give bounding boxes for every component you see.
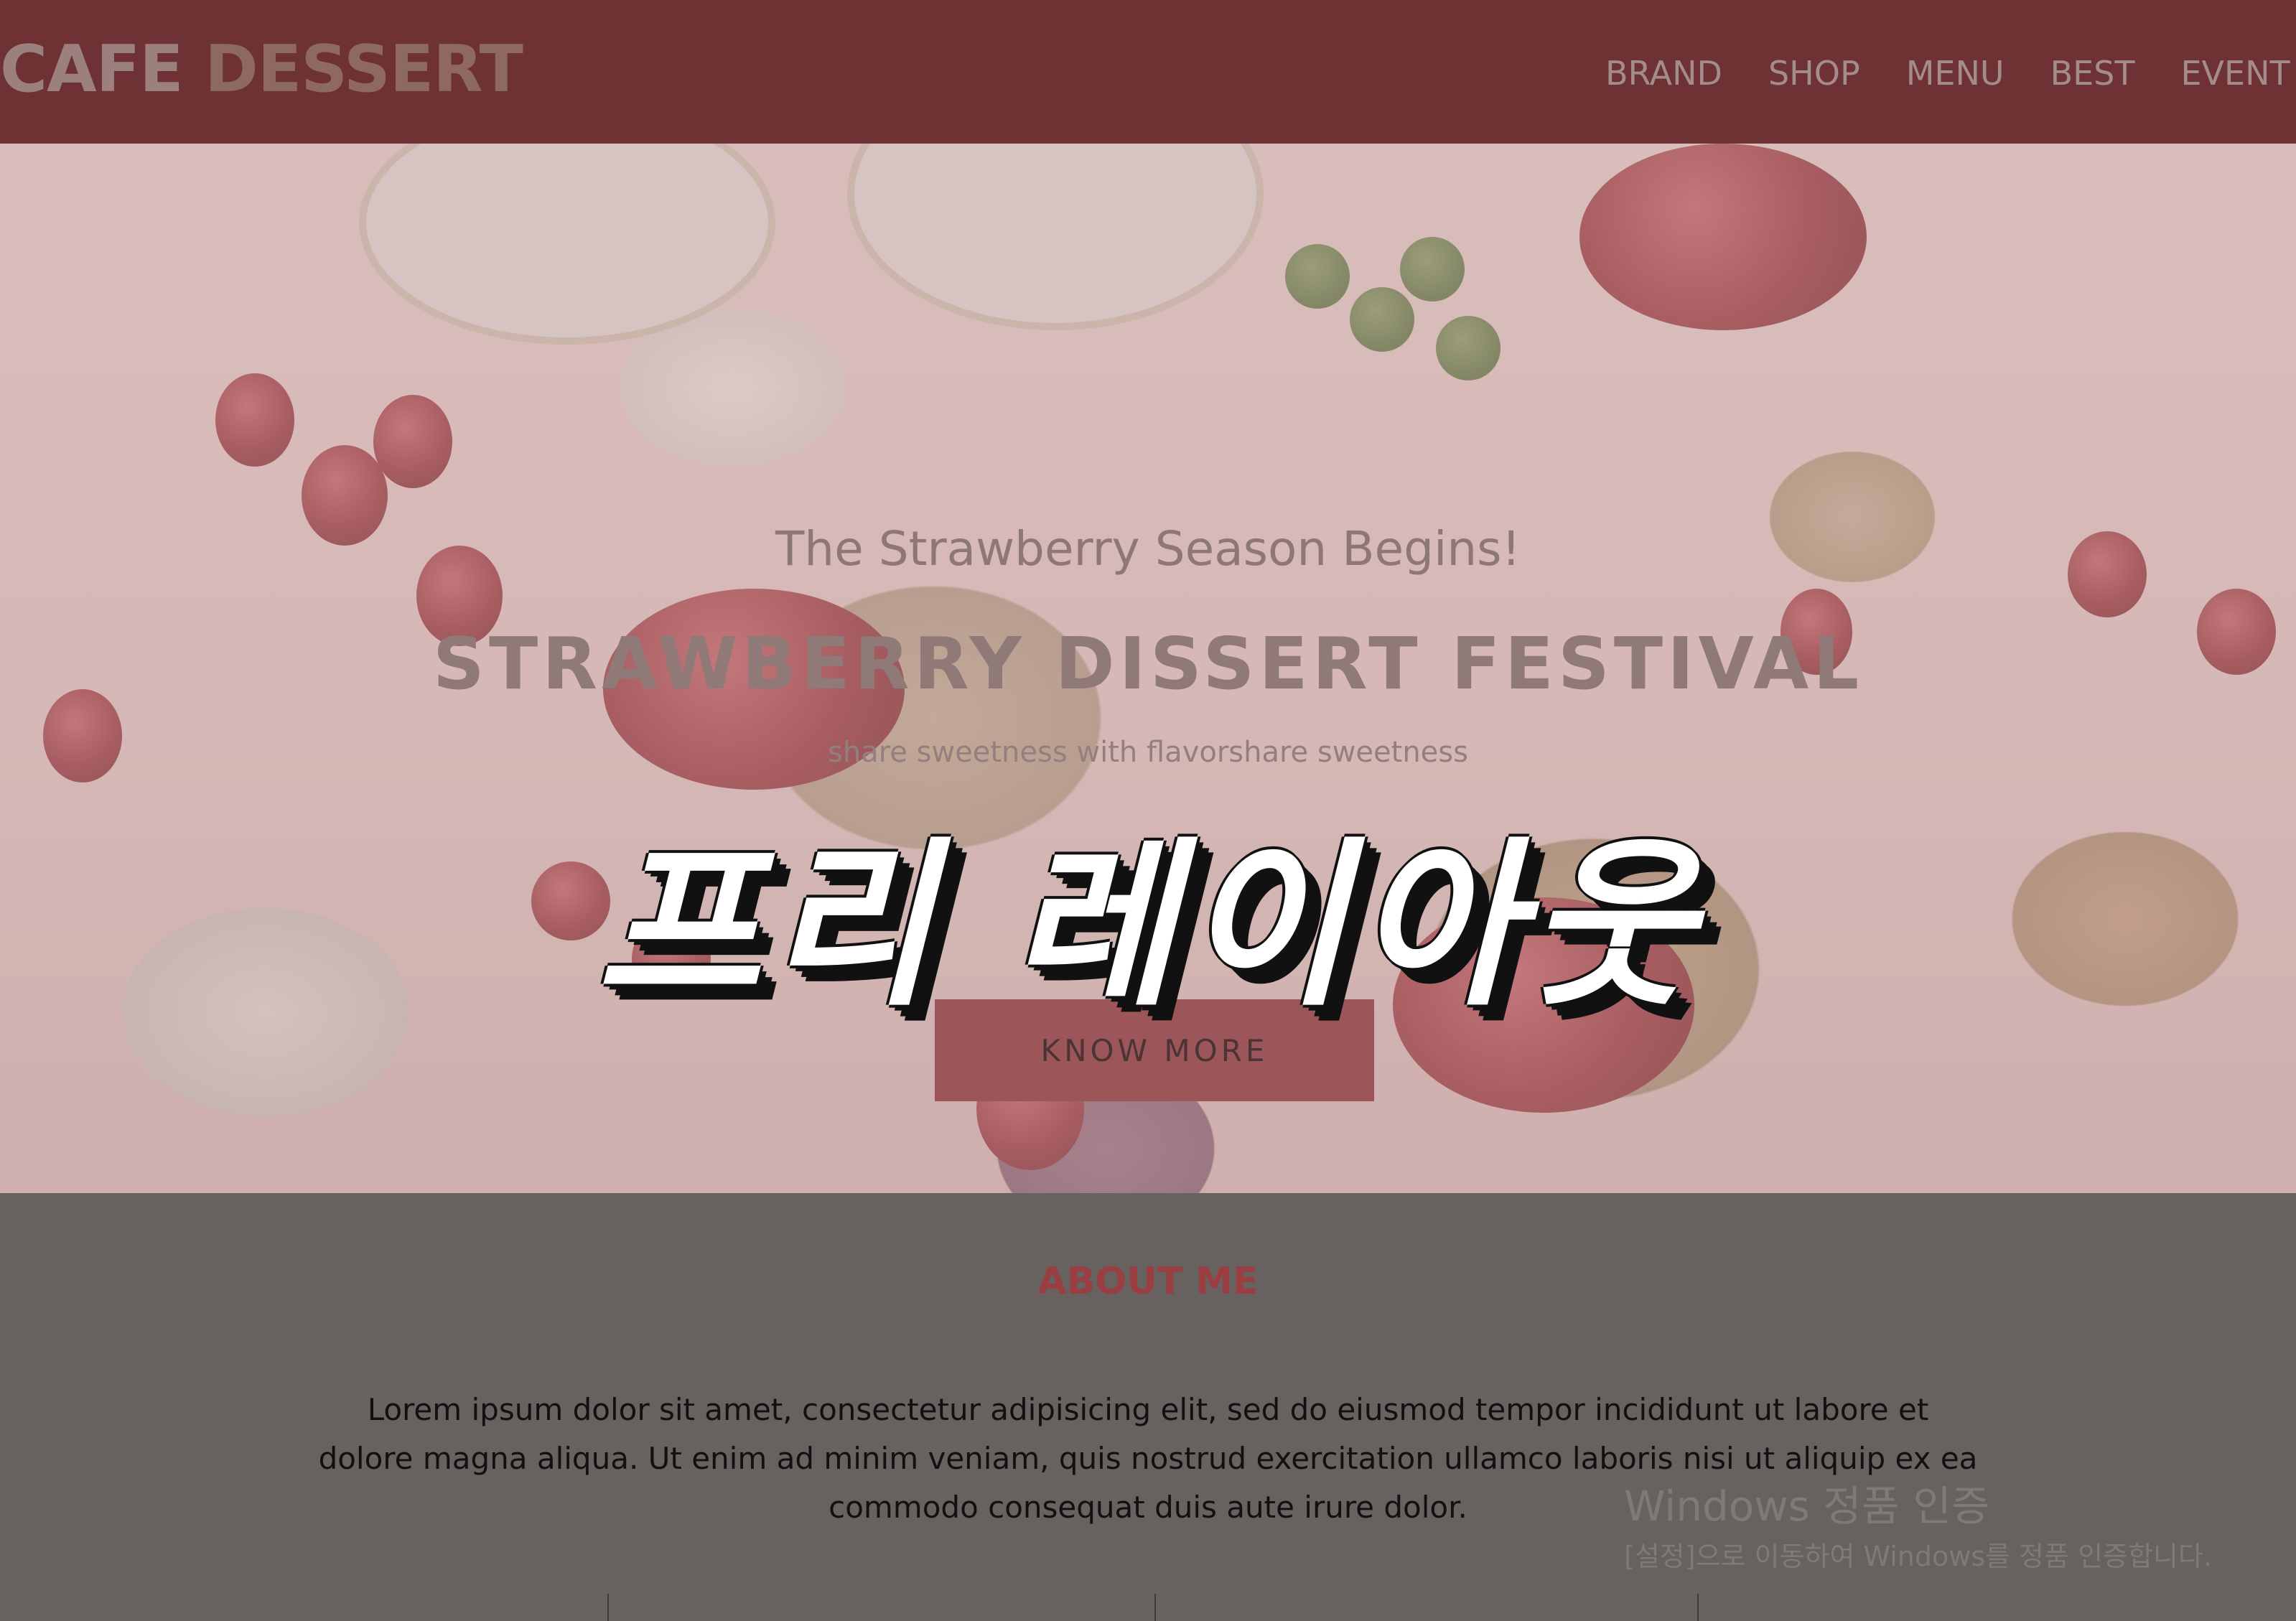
site-logo[interactable]: CAFE DESSERT <box>0 30 523 109</box>
column-divider <box>607 1594 609 1621</box>
overlay-watermark-text: 프리 레이아웃 <box>596 821 1700 1030</box>
hero-title: STRAWBERRY DISSERT FESTIVAL <box>432 622 1864 706</box>
about-title: ABOUT ME <box>1037 1260 1259 1303</box>
site-header: CAFE DESSERT BRAND SHOP MENU BEST EVENT <box>0 0 2296 144</box>
nav-best[interactable]: BEST <box>2050 52 2135 95</box>
logo-word-dessert: DESSERT <box>205 32 523 107</box>
nav-shop[interactable]: SHOP <box>1768 52 1860 95</box>
main-nav: BRAND SHOP MENU BEST EVENT <box>1605 52 2296 95</box>
nav-menu[interactable]: MENU <box>1906 52 2005 95</box>
windows-activation-notice: Windows 정품 인증 [설정]으로 이동하여 Windows를 정품 인증… <box>1624 1477 2296 1578</box>
column-divider <box>1154 1594 1156 1621</box>
hero-banner: The Strawberry Season Begins! STRAWBERRY… <box>0 144 2296 1193</box>
logo-word-cafe: CAFE <box>0 32 184 107</box>
nav-brand[interactable]: BRAND <box>1605 52 1722 95</box>
column-divider <box>1697 1594 1699 1621</box>
hero-description: share sweetness with flavorshare sweetne… <box>828 736 1468 769</box>
nav-event[interactable]: EVENT <box>2180 52 2290 95</box>
activation-title: Windows 정품 인증 <box>1624 1482 1990 1531</box>
activation-subtitle: [설정]으로 이동하여 Windows를 정품 인증합니다. <box>1624 1541 2213 1572</box>
hero-subtitle: The Strawberry Season Begins! <box>775 521 1521 576</box>
about-text-line: Lorem ipsum dolor sit amet, consectetur … <box>367 1392 1929 1427</box>
about-text-line: dolore magna aliqua. Ut enim ad minim ve… <box>318 1441 1978 1476</box>
